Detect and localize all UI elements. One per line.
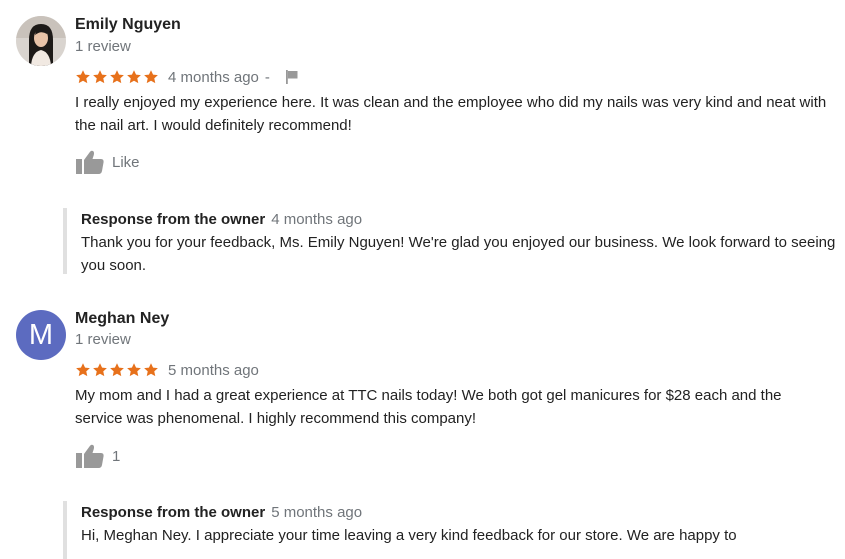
rating-row: 5 months ago [75, 359, 259, 381]
star-icon [93, 70, 107, 84]
star-icon [76, 363, 90, 377]
reviewer-avatar[interactable] [16, 16, 66, 66]
thumbs-up-icon [76, 150, 104, 174]
owner-response-title: Response from the owner [81, 211, 266, 228]
reviewer-name[interactable]: Meghan Ney [75, 309, 169, 329]
like-button[interactable]: 1 [75, 443, 120, 469]
owner-response-text: Hi, Meghan Ney. I appreciate your time l… [81, 527, 737, 544]
user-photo-icon [16, 16, 66, 66]
star-rating [75, 362, 159, 378]
owner-response-text: Thank you for your feedback, Ms. Emily N… [81, 234, 836, 274]
like-button[interactable]: Like [75, 149, 140, 175]
rating-row: 4 months ago - [75, 66, 300, 88]
review-time: 5 months ago [168, 361, 259, 379]
review-text: I really enjoyed my experience here. It … [75, 94, 827, 134]
owner-response-header: Response from the owner 5 months ago [81, 501, 841, 524]
owner-response-time: 5 months ago [271, 504, 363, 521]
owner-response-time: 4 months ago [271, 211, 363, 228]
star-rating [75, 69, 159, 85]
owner-response: Response from the owner 5 months ago Hi, … [63, 501, 841, 559]
review-time: 4 months ago [168, 68, 259, 86]
star-icon [127, 363, 141, 377]
thumbs-up-icon [76, 444, 104, 468]
star-icon [144, 363, 158, 377]
review-count[interactable]: 1 review [75, 330, 131, 350]
star-icon [144, 70, 158, 84]
owner-response-header: Response from the owner 4 months ago [81, 208, 841, 231]
star-icon [110, 363, 124, 377]
owner-response-title: Response from the owner [81, 504, 266, 521]
star-icon [110, 70, 124, 84]
separator: - [264, 68, 270, 86]
review-count[interactable]: 1 review [75, 37, 131, 57]
like-label: Like [112, 153, 140, 171]
star-icon [127, 70, 141, 84]
review-text: My mom and I had a great experience at T… [75, 387, 782, 427]
avatar-letter: M [28, 319, 54, 351]
star-icon [93, 363, 107, 377]
reviewer-name[interactable]: Emily Nguyen [75, 15, 181, 35]
star-icon [76, 70, 90, 84]
like-count: 1 [112, 447, 121, 465]
owner-response: Response from the owner 4 months ago Than… [63, 208, 841, 274]
reviews-page: Emily Nguyen 1 review 4 months ago - I r… [0, 0, 845, 559]
flag-icon[interactable] [284, 69, 300, 85]
reviewer-avatar[interactable]: M [16, 310, 66, 360]
